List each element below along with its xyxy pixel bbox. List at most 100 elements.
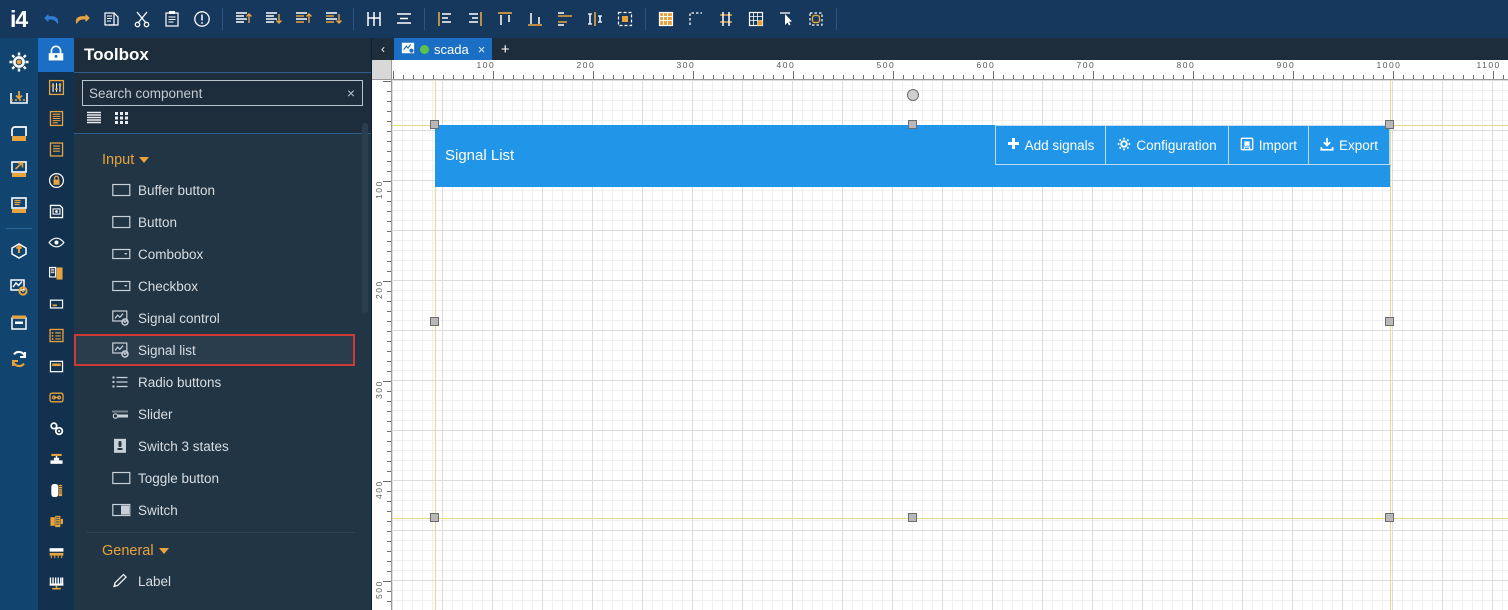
sidebar-item-deploy[interactable] <box>0 233 38 269</box>
fit-selection-icon[interactable] <box>610 4 640 34</box>
component-signal-list[interactable]: Signal list <box>74 334 355 366</box>
component-combobox[interactable]: Combobox <box>74 238 355 270</box>
align-bottom-edges-icon[interactable] <box>520 4 550 34</box>
same-height-icon[interactable] <box>580 4 610 34</box>
resize-handle-top-right[interactable] <box>1385 120 1394 129</box>
category-panel[interactable] <box>38 289 74 320</box>
sidebar-item-refresh[interactable] <box>0 341 38 377</box>
add-signals-button[interactable]: Add signals <box>994 125 1106 165</box>
toolbar-separator <box>645 8 647 30</box>
category-settings[interactable] <box>38 413 74 444</box>
toolbox-scrollbar[interactable] <box>362 123 368 313</box>
info-icon[interactable] <box>187 4 217 34</box>
tab-scada[interactable]: scada × <box>394 38 493 60</box>
category-library[interactable] <box>38 258 74 289</box>
same-width-icon[interactable] <box>550 4 580 34</box>
redo-icon[interactable] <box>67 4 97 34</box>
add-tab-button[interactable]: + <box>492 38 518 60</box>
component-button[interactable]: Button <box>74 206 355 238</box>
paste-icon[interactable] <box>157 4 187 34</box>
resize-handle-middle-right[interactable] <box>1385 316 1394 326</box>
group-header-general[interactable]: General <box>74 533 371 565</box>
distribute-vertical-icon[interactable] <box>389 4 419 34</box>
horizontal-ruler[interactable]: 100 200 300 400 500 600 700 800 900 1000 1100 <box>392 60 1508 80</box>
align-top-edges-icon[interactable] <box>490 4 520 34</box>
component-signal-control[interactable]: Signal control <box>74 302 355 334</box>
category-container[interactable] <box>38 351 74 382</box>
align-top-icon[interactable] <box>228 4 258 34</box>
export-button[interactable]: Export <box>1307 125 1390 165</box>
component-switch[interactable]: Switch <box>74 494 355 526</box>
category-security[interactable] <box>38 165 74 196</box>
import-button[interactable]: Import <box>1227 125 1308 165</box>
ruler-tick-label: 300 <box>374 379 384 399</box>
signal-gear-icon <box>112 342 138 358</box>
component-label[interactable]: Label <box>74 565 355 597</box>
pointer-icon[interactable] <box>771 4 801 34</box>
toolbox-tab-scada[interactable] <box>38 38 74 72</box>
category-machine[interactable] <box>38 568 74 599</box>
search-box[interactable]: × <box>82 80 363 106</box>
align-middle-up-icon[interactable] <box>288 4 318 34</box>
toolbox-tab-list[interactable] <box>38 103 74 134</box>
component-toggle-button[interactable]: Toggle button <box>74 462 355 494</box>
sidebar-item-window[interactable] <box>0 305 38 341</box>
sidebar-item-import-project[interactable] <box>0 80 38 116</box>
sidebar-item-settings[interactable] <box>0 44 38 80</box>
design-canvas[interactable]: Signal List Add signals Configuration Im… <box>392 80 1508 610</box>
group-header-input[interactable]: Input <box>74 142 371 174</box>
snap-icon[interactable] <box>711 4 741 34</box>
previous-tab-button[interactable]: ‹ <box>372 38 394 60</box>
component-label: Label <box>138 573 172 589</box>
distribute-horizontal-icon[interactable] <box>359 4 389 34</box>
resize-handle-bottom-center[interactable] <box>907 513 917 522</box>
rotation-handle[interactable] <box>906 89 919 101</box>
component-checkbox[interactable]: Checkbox <box>74 270 355 302</box>
component-buffer-button[interactable]: Buffer button <box>74 174 355 206</box>
resize-handle-top-left[interactable] <box>430 120 439 129</box>
sidebar-item-export[interactable] <box>0 152 38 188</box>
category-conveyor[interactable] <box>38 537 74 568</box>
export-download-icon <box>1320 137 1334 154</box>
component-switch-3-states[interactable]: Switch 3 states <box>74 430 355 462</box>
category-valve[interactable] <box>38 444 74 475</box>
group-icon[interactable] <box>801 4 831 34</box>
sidebar-item-archive[interactable] <box>0 116 38 152</box>
grid-icon[interactable] <box>651 4 681 34</box>
cut-icon[interactable] <box>127 4 157 34</box>
component-list[interactable]: Input Buffer button Button Combobox Chec… <box>74 142 371 610</box>
configuration-button[interactable]: Configuration <box>1105 125 1228 165</box>
clear-search-icon[interactable]: × <box>340 85 362 101</box>
vertical-ruler[interactable]: 100 200 300 400 500 <box>372 80 392 610</box>
grid-view-icon[interactable] <box>112 109 132 127</box>
align-right-icon[interactable] <box>460 4 490 34</box>
component-slider[interactable]: Slider <box>74 398 355 430</box>
resize-handle-bottom-right[interactable] <box>1385 513 1394 522</box>
align-middle-down-icon[interactable] <box>318 4 348 34</box>
sidebar-item-reports[interactable] <box>0 188 38 224</box>
category-input[interactable] <box>38 134 74 165</box>
align-bottom-icon[interactable] <box>258 4 288 34</box>
resize-handle-middle-left[interactable] <box>430 316 439 326</box>
ruler-icon[interactable] <box>681 4 711 34</box>
category-tank[interactable] <box>38 475 74 506</box>
align-left-icon[interactable] <box>430 4 460 34</box>
signal-list-widget[interactable]: Signal List Add signals Configuration Im… <box>435 125 1390 187</box>
sidebar-item-signal-config[interactable] <box>0 269 38 305</box>
close-icon[interactable]: × <box>478 42 486 57</box>
category-link[interactable] <box>38 382 74 413</box>
category-table[interactable] <box>38 320 74 351</box>
copy-icon[interactable] <box>97 4 127 34</box>
ruler-tick-label: 200 <box>374 279 384 299</box>
resize-handle-bottom-left[interactable] <box>430 513 439 522</box>
grid-settings-icon[interactable] <box>741 4 771 34</box>
category-motor[interactable] <box>38 506 74 537</box>
component-radio-buttons[interactable]: Radio buttons <box>74 366 355 398</box>
toolbox-tab-controls[interactable] <box>38 72 74 103</box>
list-view-icon[interactable] <box>84 109 104 127</box>
search-input[interactable] <box>83 81 340 105</box>
undo-icon[interactable] <box>37 4 67 34</box>
category-media[interactable] <box>38 196 74 227</box>
category-visibility[interactable] <box>38 227 74 258</box>
resize-handle-top-center[interactable] <box>907 120 917 129</box>
